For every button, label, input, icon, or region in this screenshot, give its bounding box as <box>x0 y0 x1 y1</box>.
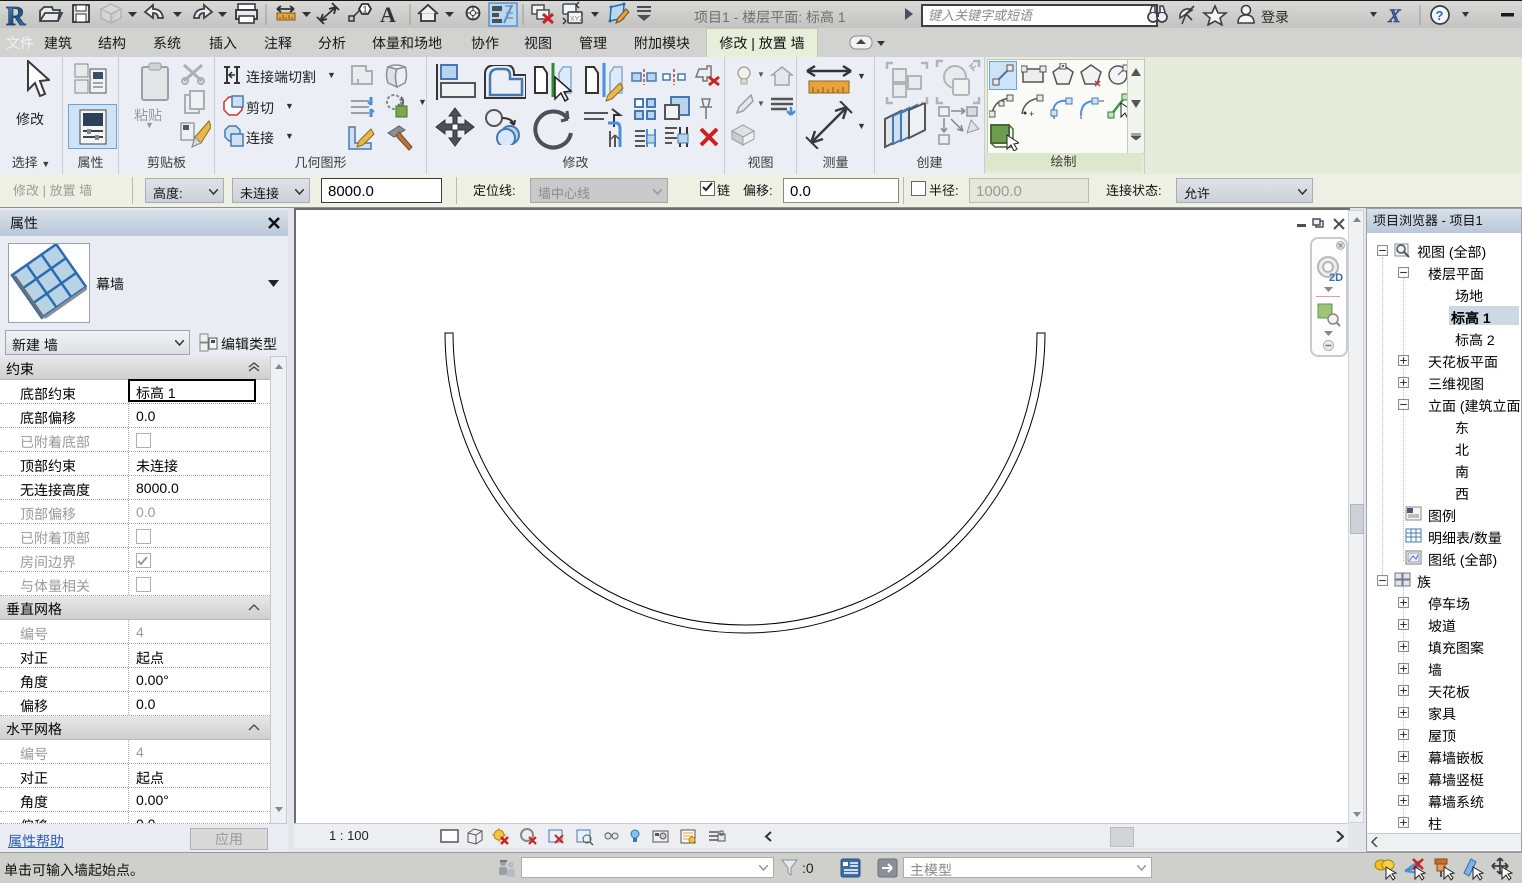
svg-text:?: ? <box>1436 8 1444 23</box>
svg-text:2D: 2D <box>1329 272 1343 283</box>
svg-text:A: A <box>380 2 396 27</box>
svg-text:1: 1 <box>363 5 368 15</box>
svg-text:R: R <box>6 1 26 29</box>
svg-text:+: + <box>1029 109 1034 119</box>
svg-text:X: X <box>1387 6 1402 26</box>
svg-text:XYZ: XYZ <box>570 16 584 23</box>
